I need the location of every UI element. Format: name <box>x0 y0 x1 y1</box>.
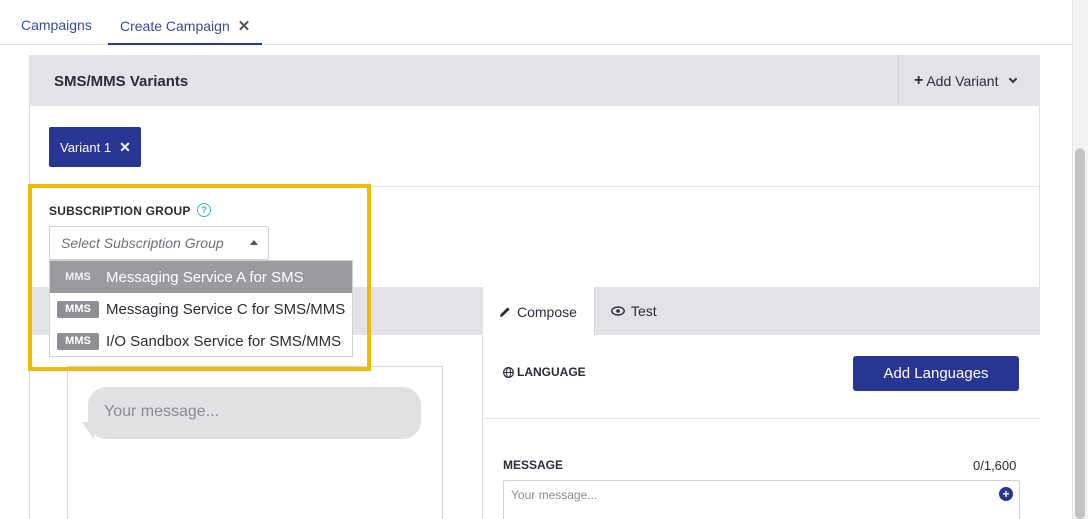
add-variant-label: Add Variant <box>926 72 999 89</box>
highlight-outline <box>28 184 371 371</box>
tab-create-campaign-label: Create Campaign <box>120 18 230 34</box>
message-char-count: 0/1,600 <box>973 458 1017 473</box>
tab-test-label: Test <box>631 303 657 319</box>
add-languages-button[interactable]: Add Languages <box>853 356 1019 391</box>
eye-icon <box>611 306 625 316</box>
tab-campaigns[interactable]: Campaigns <box>21 17 92 33</box>
chevron-down-icon <box>1009 74 1018 83</box>
divider <box>483 418 1040 419</box>
plus-icon: + <box>914 71 924 89</box>
close-icon[interactable]: ✕ <box>119 139 131 156</box>
message-label: MESSAGE <box>503 458 564 472</box>
add-variant-button[interactable]: + Add Variant <box>898 55 1040 106</box>
tab-compose[interactable]: Compose <box>483 287 595 336</box>
message-input[interactable]: Your message... <box>503 480 1020 519</box>
close-icon[interactable]: ✕ <box>238 18 251 35</box>
globe-icon <box>503 366 514 378</box>
message-preview-bubble: Your message... <box>88 387 421 439</box>
top-tab-bar: Campaigns Create Campaign ✕ <box>0 0 1072 45</box>
add-circle-icon[interactable]: + <box>999 487 1013 501</box>
tab-compose-label: Compose <box>517 303 577 320</box>
tab-create-campaign[interactable]: Create Campaign ✕ <box>108 0 263 45</box>
pencil-icon <box>499 306 511 318</box>
tab-test[interactable]: Test <box>596 287 676 335</box>
language-label-row: LANGUAGE <box>503 365 586 379</box>
language-label: LANGUAGE <box>517 365 586 379</box>
vertical-scrollbar-thumb[interactable] <box>1075 148 1085 519</box>
variant-chip-label: Variant 1 <box>60 139 112 155</box>
variant-chip[interactable]: Variant 1 ✕ <box>49 127 141 167</box>
panel-title: SMS/MMS Variants <box>54 73 189 90</box>
